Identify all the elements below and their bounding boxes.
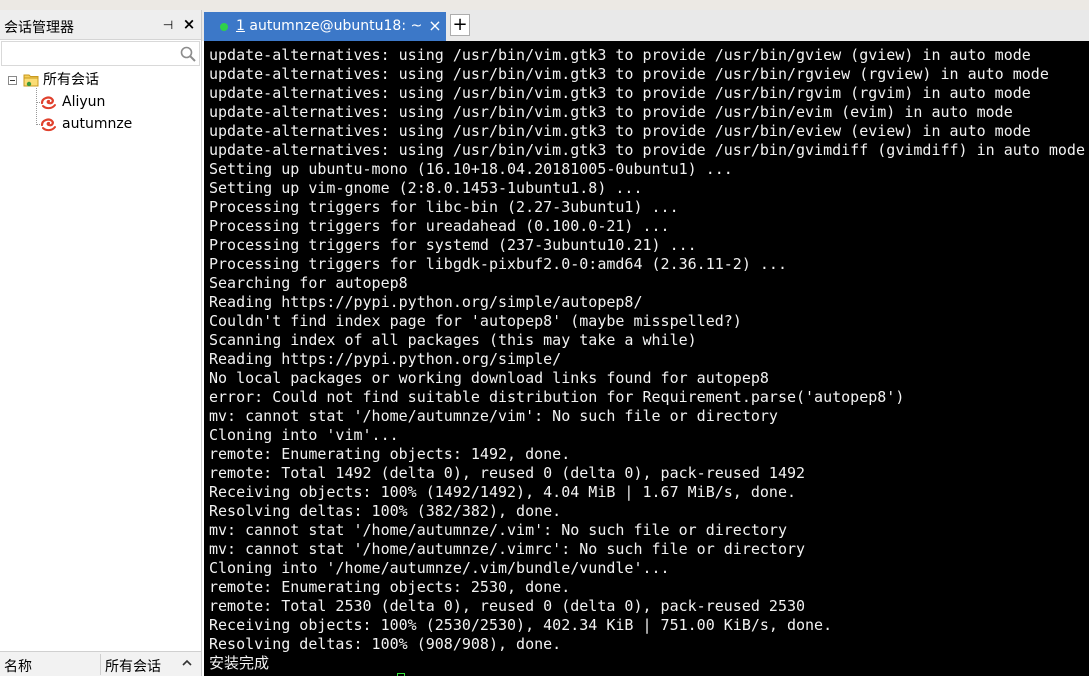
terminal-line: Setting up vim-gnome (2:8.0.1453-1ubuntu… — [209, 179, 643, 197]
tree-item-label: autumnze — [62, 116, 133, 132]
terminal-line: mv: cannot stat '/home/autumnze/.vim': N… — [209, 521, 787, 539]
terminal-line: Reading https://pypi.python.org/simple/ — [209, 350, 562, 368]
terminal-line: Searching for autopep8 — [209, 274, 408, 292]
session-manager-header: 会话管理器 ⊣ × — [0, 10, 201, 40]
window-top-strip — [0, 0, 202, 10]
collapse-toggle-icon[interactable] — [8, 76, 17, 85]
column-header-value[interactable]: 所有会话 — [105, 656, 161, 676]
tab-title: autumnze@ubuntu18: ~ — [244, 18, 423, 34]
session-manager-panel: 会话管理器 ⊣ × 所有会话 Aliyun autumnze 名称 所有会话 — [0, 0, 202, 676]
terminal-line: Processing triggers for ureadahead (0.10… — [209, 217, 670, 235]
terminal-line: Receiving objects: 100% (2530/2530), 402… — [209, 616, 833, 634]
terminal-line: update-alternatives: using /usr/bin/vim.… — [209, 46, 1031, 64]
terminal-line: remote: Total 2530 (delta 0), reused 0 (… — [209, 597, 806, 615]
terminal-line: Processing triggers for libgdk-pixbuf2.0… — [209, 255, 787, 273]
session-swirl-icon — [40, 96, 56, 110]
terminal-line: update-alternatives: using /usr/bin/vim.… — [209, 65, 1049, 83]
folder-icon — [23, 74, 39, 87]
terminal-line: mv: cannot stat '/home/autumnze/.vimrc':… — [209, 540, 806, 558]
terminal-line: No local packages or working download li… — [209, 369, 769, 387]
app-window: 会话管理器 ⊣ × 所有会话 Aliyun autumnze 名称 所有会话 1… — [0, 0, 1089, 676]
terminal-lines: update-alternatives: using /usr/bin/vim.… — [209, 46, 1085, 673]
tree-item-session[interactable]: Aliyun — [0, 91, 200, 113]
column-header-name[interactable]: 名称 — [4, 656, 32, 676]
terminal-line: 安装完成 — [209, 654, 270, 672]
terminal-line: Reading https://pypi.python.org/simple/a… — [209, 293, 643, 311]
tab-label: 1 autumnze@ubuntu18: ~ — [236, 18, 422, 34]
terminal-line: update-alternatives: using /usr/bin/vim.… — [209, 84, 1031, 102]
column-divider[interactable] — [100, 654, 101, 675]
terminal-output[interactable]: update-alternatives: using /usr/bin/vim.… — [204, 41, 1089, 676]
close-tab-button[interactable]: × — [428, 17, 442, 35]
close-panel-button[interactable]: × — [182, 16, 196, 32]
terminal-line: Couldn't find index page for 'autopep8' … — [209, 312, 742, 330]
sort-asc-icon[interactable] — [181, 657, 193, 669]
tree-item-label: 所有会话 — [43, 72, 99, 88]
terminal-line: Scanning index of all packages (this may… — [209, 331, 697, 349]
session-manager-title: 会话管理器 — [4, 20, 74, 36]
tab-number: 1 — [236, 18, 245, 34]
search-icon[interactable] — [179, 45, 197, 63]
terminal-line: error: Could not find suitable distribut… — [209, 388, 905, 406]
tree-item-session[interactable]: autumnze — [0, 113, 200, 135]
tree-item-all-sessions[interactable]: 所有会话 — [0, 69, 200, 91]
terminal-line: Cloning into 'vim'... — [209, 426, 399, 444]
terminal-line: Cloning into '/home/autumnze/.vim/bundle… — [209, 559, 670, 577]
terminal-line: Resolving deltas: 100% (382/382), done. — [209, 502, 562, 520]
terminal-line: mv: cannot stat '/home/autumnze/vim': No… — [209, 407, 778, 425]
terminal-line: update-alternatives: using /usr/bin/vim.… — [209, 141, 1085, 159]
terminal-line: remote: Enumerating objects: 1492, done. — [209, 445, 571, 463]
properties-header: 名称 所有会话 — [0, 651, 201, 676]
terminal-line: Receiving objects: 100% (1492/1492), 4.0… — [209, 483, 796, 501]
session-search-box — [1, 41, 200, 66]
session-search-input[interactable] — [4, 44, 178, 65]
terminal-line: update-alternatives: using /usr/bin/vim.… — [209, 122, 1031, 140]
terminal-line: Setting up ubuntu-mono (16.10+18.04.2018… — [209, 160, 733, 178]
terminal-line: remote: Enumerating objects: 2530, done. — [209, 578, 571, 596]
connected-status-icon — [220, 23, 228, 31]
pin-icon[interactable]: ⊣ — [162, 18, 174, 32]
session-tab-bar: 1 autumnze@ubuntu18: ~ × + — [202, 0, 1089, 41]
terminal-line: Resolving deltas: 100% (908/908), done. — [209, 635, 562, 653]
terminal-line: Processing triggers for systemd (237-3ub… — [209, 236, 697, 254]
session-tab-active[interactable]: 1 autumnze@ubuntu18: ~ × — [204, 12, 446, 41]
terminal-line: remote: Total 1492 (delta 0), reused 0 (… — [209, 464, 806, 482]
window-top-strip — [202, 0, 1089, 10]
terminal-line: update-alternatives: using /usr/bin/vim.… — [209, 103, 1013, 121]
new-tab-button[interactable]: + — [450, 14, 470, 36]
session-swirl-icon — [40, 118, 56, 132]
tree-item-label: Aliyun — [62, 94, 106, 110]
terminal-line: Processing triggers for libc-bin (2.27-3… — [209, 198, 679, 216]
